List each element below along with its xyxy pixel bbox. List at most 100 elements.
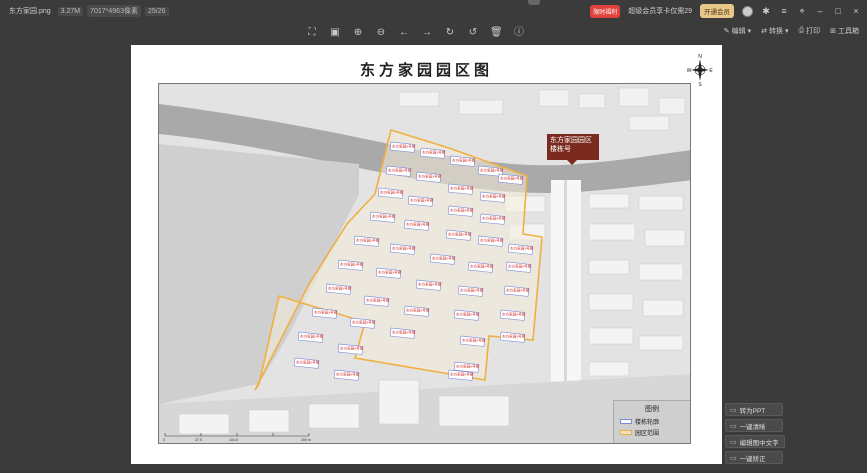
rotate-right-icon[interactable]: ↻ [444,27,456,39]
building-label: 东方家园x号楼 [296,360,320,365]
building-label: 东方家园x号楼 [406,222,430,227]
legend-item-building: 楼栋轮廓 [620,417,684,426]
map-title: 东方家园园区图 [359,61,493,79]
vip-button[interactable]: 开通会员 [700,4,734,18]
edit-button[interactable]: ✎ 编辑 ▾ [724,26,751,36]
minimize-icon[interactable]: – [815,6,825,16]
building-label: 东方家园x号楼 [392,330,416,335]
building-label: 东方家园x号楼 [336,372,360,377]
building-label: 东方家园x号楼 [340,262,364,267]
info-icon[interactable]: ⓘ [513,27,525,39]
map-legend: 图例 楼栋轮廓 园区范围 [613,400,690,443]
building-label: 东方家园x号楼 [460,288,484,293]
convert-button[interactable]: ⇄ 转换 ▾ [761,26,788,36]
correct-icon: ▭ [730,454,737,462]
maximize-icon[interactable]: □ [833,6,843,16]
building-outline-swatch [620,419,632,424]
building-label: 东方家园x号楼 [392,144,416,149]
building-label: 东方家园x号楼 [508,264,532,269]
building-label: 东方家园x号楼 [450,372,474,377]
building-label: 东方家园x号楼 [480,238,504,243]
building-label: 东方家园x号楼 [456,364,480,369]
rotate-left-icon[interactable]: ↺ [467,27,479,39]
printer-icon: ⎙ [798,27,805,34]
avatar[interactable] [742,5,753,17]
text-edit-icon: ▭ [730,438,737,446]
svg-text:104.5: 104.5 [229,438,238,442]
building-label: 东方家园x号楼 [510,246,534,251]
image-canvas[interactable]: 东方家园园区图 N W E S 东方家园x号楼 东方家园x号楼 东方家园x号楼 … [131,45,722,464]
building-label: 东方家园x号楼 [340,346,364,351]
building-label: 东方家园x号楼 [300,334,324,339]
edit-text-button[interactable]: ▭ 编辑图中文字 [725,435,785,448]
ppt-icon: ▭ [730,406,737,414]
side-action-panel: ▭ 转为PPT ▭ 一键清晰 ▭ 编辑图中文字 ▭ 一键矫正 [725,403,785,464]
legend-item-district: 园区范围 [620,428,684,437]
building-label: 东方家园x号楼 [456,312,480,317]
building-label: 东方家园x号楼 [372,214,396,219]
building-label: 东方家园x号楼 [502,312,526,317]
building-label: 东方家园x号楼 [450,186,474,191]
settings-icon[interactable]: ✱ [761,6,771,17]
building-label: 东方家园x号楼 [418,282,442,287]
delete-icon[interactable]: 🗑 [490,27,503,39]
promo-badge[interactable]: 限时福利 [590,4,621,18]
toolbox-icon: ⊞ [830,28,836,35]
svg-text:209 m: 209 m [301,438,311,442]
building-number-callout: 东方家园园区 楼栋号 [547,134,599,165]
building-label: 东方家园x号楼 [356,238,380,243]
building-label: 东方家园x号楼 [314,310,338,315]
image-viewer-window: 东方家园.png 3.27M 7017*4963像素 25/26 限时福利 超级… [0,0,867,473]
compass-icon: N W E S [687,54,713,87]
convert-icon: ⇄ [761,28,767,35]
zoom-out-icon[interactable]: ⊖ [375,27,387,39]
building-label: 东方家园x号楼 [500,176,524,181]
building-label: 东方家园x号楼 [380,190,404,195]
enhance-icon: ▭ [730,422,737,430]
file-size: 3.27M [57,6,84,16]
view-toolbar: ⛶ ▣ ⊕ ⊖ ← → ↻ ↺ 🗑 ⓘ [306,25,525,41]
title-bar: 东方家园.png 3.27M 7017*4963像素 25/26 限时福利 超级… [0,0,867,22]
site-map-graphic: 东方家园x号楼东方家园x号楼东方家园x号楼东方家园x号楼东方家园x号楼东方家园x… [159,84,690,443]
building-label: 东方家园x号楼 [506,288,530,293]
building-label: 东方家园x号楼 [482,216,506,221]
building-label: 东方家园x号楼 [410,198,434,203]
actual-size-icon[interactable]: ▣ [329,27,341,39]
svg-text:E: E [709,68,713,74]
building-label: 东方家园x号楼 [392,246,416,251]
svg-text:N: N [698,54,702,60]
file-name: 东方家园.png [9,8,51,15]
site-map: 东方家园x号楼 东方家园x号楼 东方家园x号楼 东方家园x号楼 东方家园x号楼 东方家园x… [158,83,691,444]
building-label: 东方家园x号楼 [352,320,376,325]
enhance-button[interactable]: ▭ 一键清晰 [725,419,783,432]
pin-icon[interactable]: ⌖ [797,6,807,17]
building-label: 东方家园x号楼 [406,308,430,313]
promo-text[interactable]: 超级会员享卡仅需29 [628,6,692,16]
building-label: 东方家园x号楼 [452,158,476,163]
svg-text:S: S [698,82,702,87]
building-label: 东方家园x号楼 [422,150,446,155]
next-icon[interactable]: → [421,27,433,39]
right-toolbar: ✎ 编辑 ▾ ⇄ 转换 ▾ ⎙ 打印 ⊞ 工具箱 [724,26,859,36]
svg-text:W: W [687,68,692,74]
toolbox-button[interactable]: ⊞ 工具箱 [830,26,859,36]
building-label: 东方家园x号楼 [328,286,352,291]
building-label: 东方家园x号楼 [502,334,526,339]
menu-icon[interactable]: ≡ [779,6,789,16]
fit-screen-icon[interactable]: ⛶ [306,27,318,39]
previous-icon[interactable]: ← [398,27,410,39]
building-label: 东方家园x号楼 [470,264,494,269]
building-label: 东方家园x号楼 [448,232,472,237]
building-label: 东方家园x号楼 [388,168,412,173]
close-icon[interactable]: × [851,6,861,16]
zoom-in-icon[interactable]: ⊕ [352,27,364,39]
building-label: 东方家园x号楼 [418,174,442,179]
correct-button[interactable]: ▭ 一键矫正 [725,451,783,464]
convert-to-ppt-button[interactable]: ▭ 转为PPT [725,403,783,416]
building-label: 东方家园x号楼 [482,194,506,199]
building-label: 东方家园x号楼 [450,208,474,213]
print-button[interactable]: ⎙ 打印 [799,26,821,36]
legend-title: 图例 [645,406,659,413]
edit-icon: ✎ [723,28,730,35]
building-label: 东方家园x号楼 [480,168,504,173]
